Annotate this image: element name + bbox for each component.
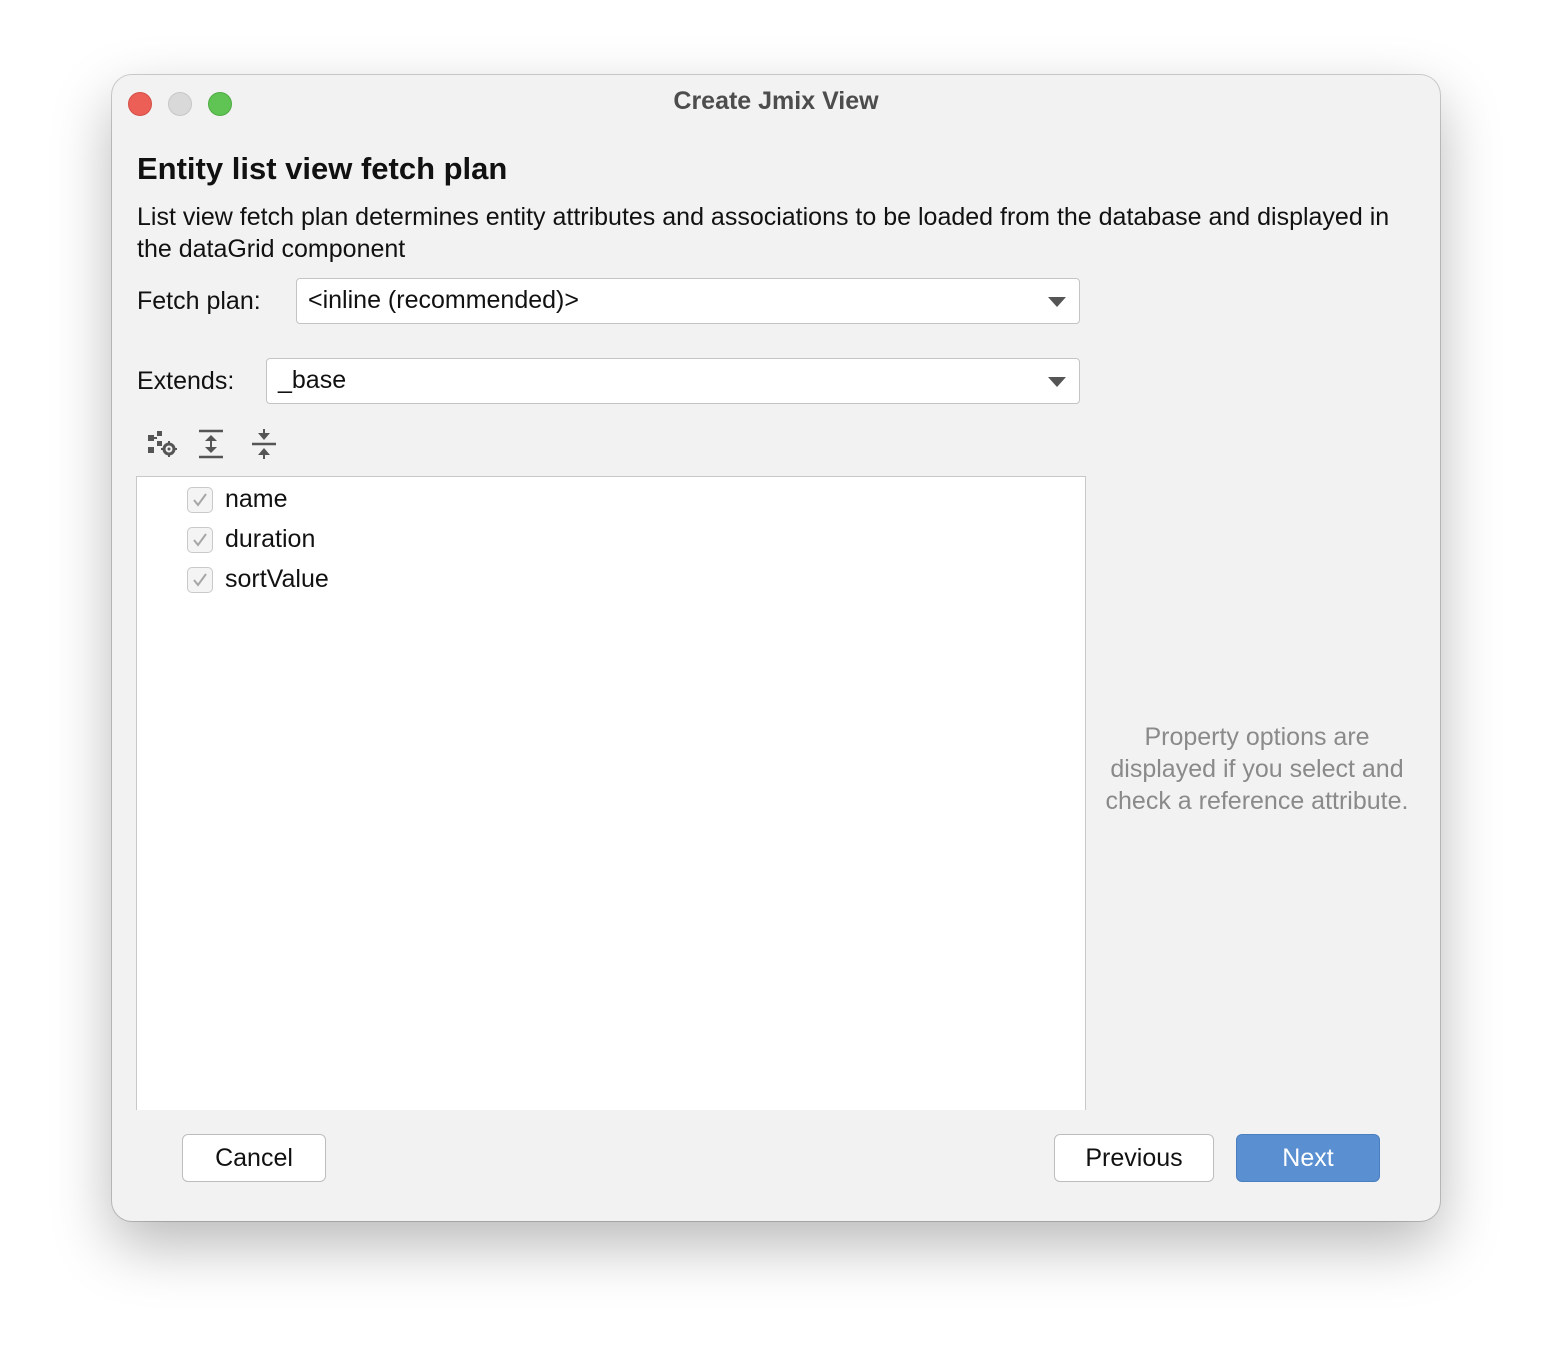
extends-value: _base xyxy=(278,366,347,394)
fetch-plan-value: <inline (recommended)> xyxy=(308,286,579,314)
window-title: Create Jmix View xyxy=(673,87,879,115)
fetch-plan-settings-icon[interactable] xyxy=(146,427,178,461)
attribute-label: sortValue xyxy=(225,565,329,593)
attribute-checkbox[interactable] xyxy=(187,487,213,513)
attribute-tree[interactable]: name duration sortValue xyxy=(136,476,1086,1110)
cancel-button[interactable]: Cancel xyxy=(182,1134,326,1182)
page-heading: Entity list view fetch plan xyxy=(137,151,508,186)
attribute-label: duration xyxy=(225,525,316,553)
page-description: List view fetch plan determines entity a… xyxy=(137,203,1390,263)
create-jmix-view-dialog: Create Jmix View Entity list view fetch … xyxy=(112,75,1440,1221)
extends-select[interactable]: _base xyxy=(266,358,1080,404)
previous-button[interactable]: Previous xyxy=(1054,1134,1214,1182)
title-bar: Create Jmix View xyxy=(112,75,1440,131)
expand-all-icon[interactable] xyxy=(195,427,227,461)
fetch-plan-select[interactable]: <inline (recommended)> xyxy=(296,278,1080,324)
chevron-down-icon xyxy=(1048,297,1066,307)
fetch-plan-label: Fetch plan: xyxy=(137,287,261,315)
attribute-label: name xyxy=(225,485,288,513)
collapse-all-icon[interactable] xyxy=(248,427,280,461)
attribute-checkbox[interactable] xyxy=(187,527,213,553)
extends-label: Extends: xyxy=(137,367,235,395)
property-options-hint: Property options are displayed if you se… xyxy=(1105,723,1409,815)
chevron-down-icon xyxy=(1048,377,1066,387)
attribute-checkbox[interactable] xyxy=(187,567,213,593)
next-button[interactable]: Next xyxy=(1236,1134,1380,1182)
